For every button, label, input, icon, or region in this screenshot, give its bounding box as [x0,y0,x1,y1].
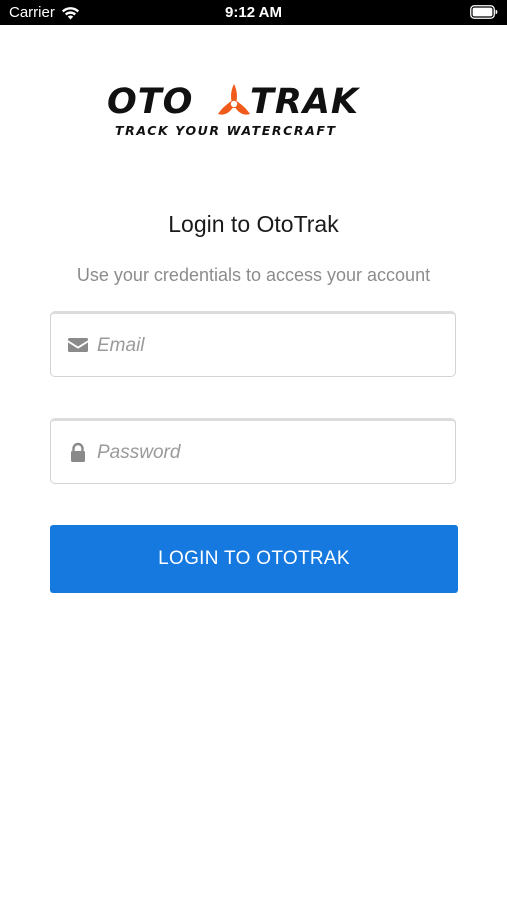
logo-word-right: TRAK [250,82,360,122]
page-title: Login to OtoTrak [168,211,339,237]
propeller-logo-mark [218,84,250,115]
status-time: 9:12 AM [225,4,282,21]
lock-icon [71,442,85,462]
status-bar: Carrier 9:12 AM [0,0,507,25]
page-subtitle: Use your credentials to access your acco… [76,265,431,285]
password-input[interactable] [97,433,442,473]
email-field[interactable] [50,311,456,377]
brand-logo: OTO TRAK TRACK YOUR WATERCRAFT [107,82,401,142]
password-field[interactable] [50,418,456,484]
email-input[interactable] [97,326,442,366]
envelope-icon [68,338,88,352]
battery-icon [470,5,498,19]
login-button[interactable]: LOGIN TO OTOTRAK [50,525,458,593]
logo-word-left: OTO [107,82,194,122]
logo-tagline: TRACK YOUR WATERCRAFT [115,123,337,138]
